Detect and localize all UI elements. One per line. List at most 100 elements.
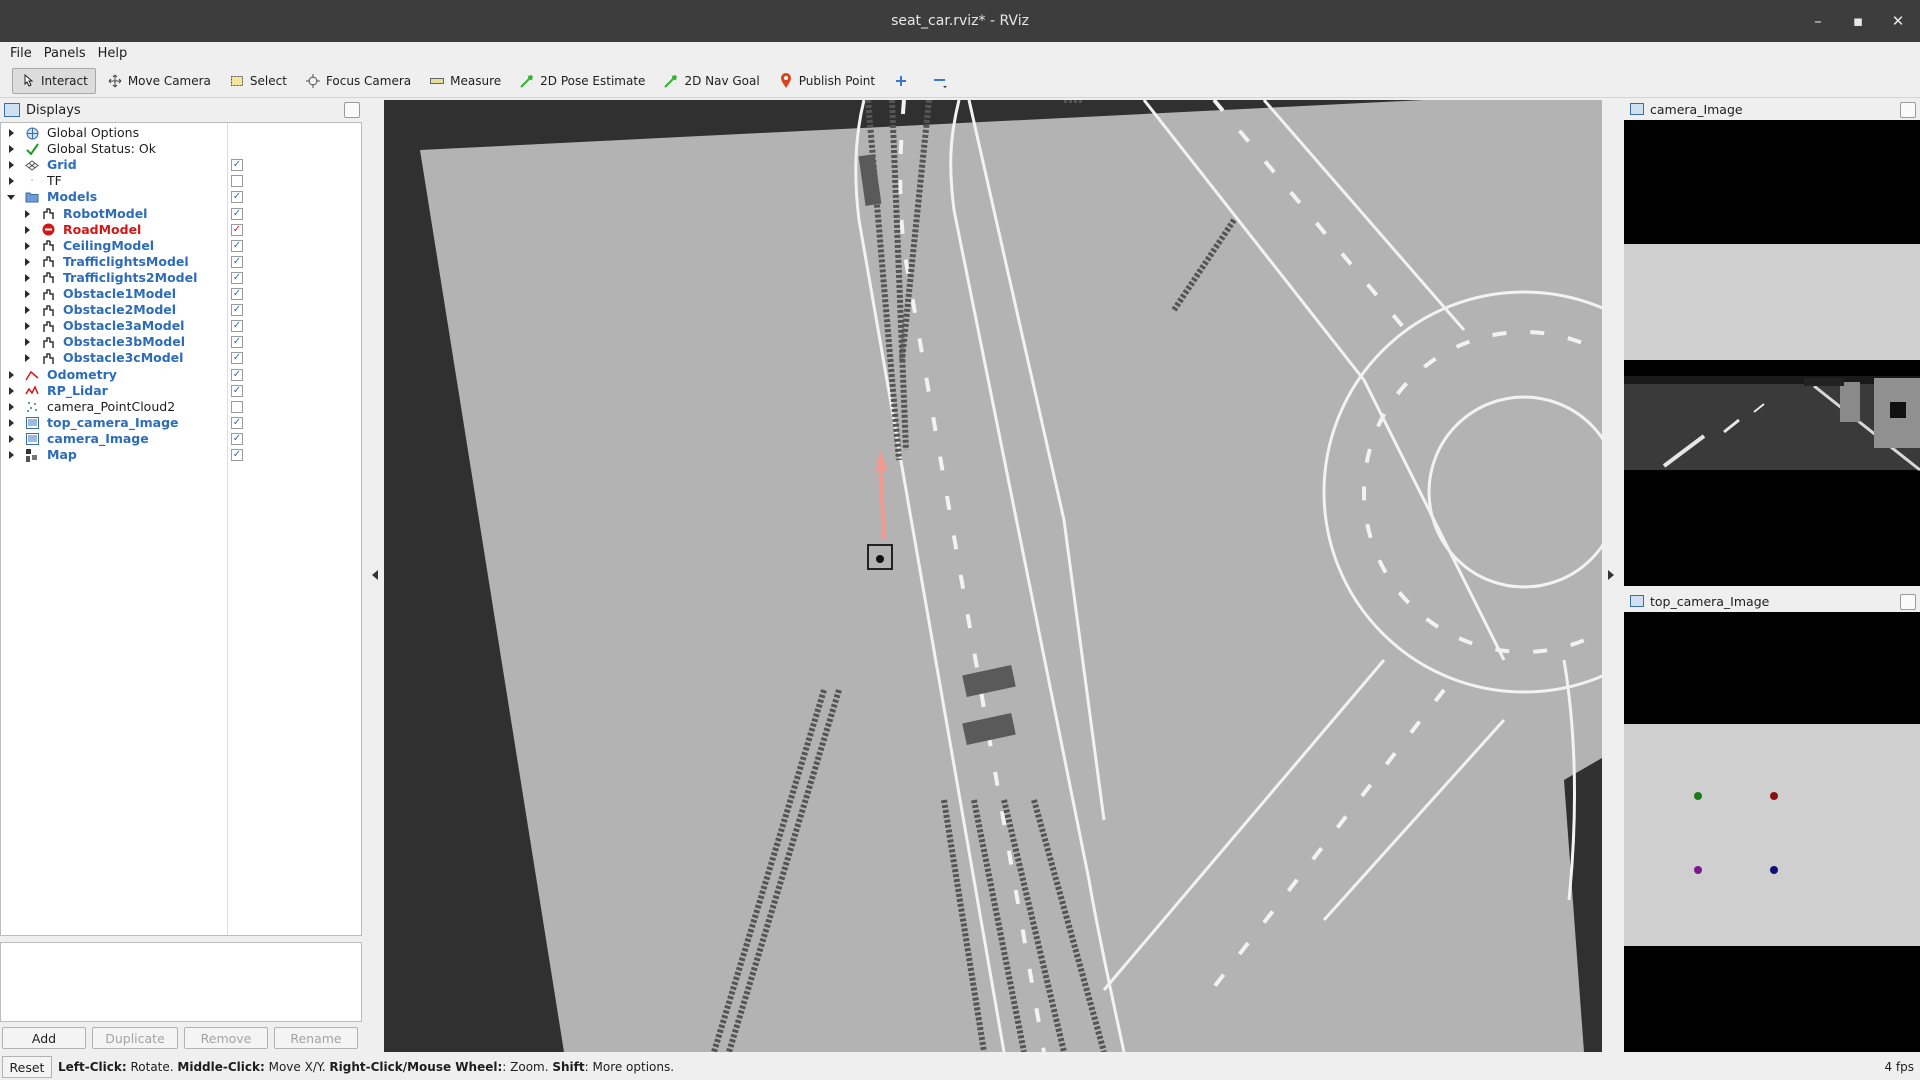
robot-model-icon bbox=[41, 287, 55, 301]
grid-icon bbox=[25, 158, 39, 172]
display-enable-checkbox[interactable]: ✓ bbox=[231, 223, 243, 236]
close-icon[interactable]: ✕ bbox=[1878, 0, 1918, 42]
display-item-camera-image[interactable]: camera_Image ✓ bbox=[1, 431, 361, 447]
expand-arrow-right-icon[interactable] bbox=[25, 241, 30, 250]
remove-tool-button[interactable] bbox=[925, 68, 960, 94]
pose-estimate-tool-button[interactable]: 2D Pose Estimate bbox=[512, 68, 652, 94]
display-enable-checkbox[interactable]: ✓ bbox=[231, 449, 243, 461]
focus-camera-tool-button[interactable]: Focus Camera bbox=[298, 68, 418, 94]
display-enable-checkbox[interactable]: ✓ bbox=[231, 384, 243, 397]
display-item-label: RobotModel bbox=[63, 205, 148, 221]
display-enable-checkbox[interactable]: ✓ bbox=[231, 159, 243, 172]
nav-goal-tool-button[interactable]: 2D Nav Goal bbox=[656, 68, 766, 94]
interact-tool-button[interactable]: Interact bbox=[12, 67, 96, 94]
hint-shift: Shift bbox=[552, 1060, 585, 1074]
expand-arrow-right-icon[interactable] bbox=[9, 418, 14, 427]
display-item-grid[interactable]: Grid ✓ bbox=[1, 157, 361, 173]
display-item-tf[interactable]: · TF bbox=[1, 173, 361, 189]
display-enable-checkbox[interactable]: ✓ bbox=[231, 271, 243, 284]
collapse-right-handle[interactable] bbox=[1608, 570, 1614, 580]
display-item-top-camera-image[interactable]: top_camera_Image ✓ bbox=[1, 415, 361, 431]
reset-button[interactable]: Reset bbox=[2, 1056, 52, 1078]
display-item-map[interactable]: Map ✓ bbox=[1, 447, 361, 463]
menu-file[interactable]: File bbox=[4, 46, 38, 61]
display-item-obstacle3c-model[interactable]: Obstacle3cModel ✓ bbox=[1, 350, 361, 366]
expand-arrow-right-icon[interactable] bbox=[9, 145, 14, 154]
marker-green bbox=[1694, 792, 1702, 800]
display-item-rp-lidar[interactable]: RP_Lidar ✓ bbox=[1, 383, 361, 399]
robot-model-icon bbox=[41, 239, 55, 253]
camera-undock-button[interactable] bbox=[1900, 102, 1916, 118]
top-camera-undock-button[interactable] bbox=[1900, 594, 1916, 610]
display-item-global-status[interactable]: Global Status: Ok bbox=[1, 141, 361, 157]
display-enable-checkbox[interactable]: ✓ bbox=[231, 239, 243, 252]
rename-button[interactable]: Rename bbox=[274, 1027, 358, 1049]
laser-scan-icon bbox=[25, 384, 39, 398]
move-camera-tool-button[interactable]: Move Camera bbox=[100, 68, 218, 94]
render-3d-view[interactable] bbox=[384, 100, 1602, 1052]
display-item-ceiling-model[interactable]: CeilingModel ✓ bbox=[1, 238, 361, 254]
display-item-obstacle2-model[interactable]: Obstacle2Model ✓ bbox=[1, 302, 361, 318]
expand-arrow-right-icon[interactable] bbox=[9, 370, 14, 379]
display-enable-checkbox[interactable] bbox=[231, 400, 243, 413]
display-item-trafficlights-model[interactable]: TrafficlightsModel ✓ bbox=[1, 254, 361, 270]
add-tool-button[interactable] bbox=[886, 68, 921, 94]
expand-arrow-right-icon[interactable] bbox=[25, 322, 30, 331]
display-item-odometry[interactable]: Odometry ✓ bbox=[1, 367, 361, 383]
display-item-obstacle3b-model[interactable]: Obstacle3bModel ✓ bbox=[1, 334, 361, 350]
display-item-label: Global Status: Ok bbox=[47, 141, 156, 157]
hint-middle-click: Middle-Click: bbox=[177, 1060, 265, 1074]
expand-arrow-right-icon[interactable] bbox=[9, 402, 14, 411]
expand-arrow-right-icon[interactable] bbox=[25, 257, 30, 266]
display-enable-checkbox[interactable]: ✓ bbox=[231, 416, 243, 429]
minimize-icon[interactable]: – bbox=[1798, 0, 1838, 42]
display-enable-checkbox[interactable]: ✓ bbox=[231, 336, 243, 349]
display-item-trafficlights2-model[interactable]: Trafficlights2Model ✓ bbox=[1, 270, 361, 286]
undock-button[interactable] bbox=[344, 102, 360, 118]
display-enable-checkbox[interactable]: ✓ bbox=[231, 304, 243, 317]
top-camera-image-header: top_camera_Image bbox=[1624, 590, 1920, 612]
expand-arrow-right-icon[interactable] bbox=[25, 290, 30, 298]
display-item-label: Obstacle1Model bbox=[63, 286, 177, 301]
add-button[interactable]: Add bbox=[2, 1027, 86, 1049]
expand-arrow-right-icon[interactable] bbox=[25, 225, 30, 234]
expand-arrow-right-icon[interactable] bbox=[9, 129, 14, 137]
expand-arrow-right-icon[interactable] bbox=[25, 354, 30, 363]
collapse-left-handle[interactable] bbox=[372, 570, 378, 580]
expand-arrow-right-icon[interactable] bbox=[9, 161, 14, 170]
remove-button[interactable]: Remove bbox=[184, 1027, 268, 1049]
expand-arrow-down-icon[interactable] bbox=[7, 195, 15, 201]
display-enable-checkbox[interactable]: ✓ bbox=[231, 255, 243, 268]
expand-arrow-right-icon[interactable] bbox=[25, 338, 30, 347]
display-item-obstacle3a-model[interactable]: Obstacle3aModel ✓ bbox=[1, 318, 361, 334]
expand-arrow-right-icon[interactable] bbox=[25, 306, 30, 315]
display-enable-checkbox[interactable]: ✓ bbox=[231, 432, 243, 445]
display-enable-checkbox[interactable]: ✓ bbox=[231, 320, 243, 333]
display-enable-checkbox[interactable]: ✓ bbox=[231, 207, 243, 220]
expand-arrow-right-icon[interactable] bbox=[9, 434, 14, 443]
display-item-obstacle1-model[interactable]: Obstacle1Model ✓ bbox=[1, 286, 361, 302]
display-item-global-options[interactable]: Global Options bbox=[1, 125, 361, 141]
expand-arrow-right-icon[interactable] bbox=[25, 273, 30, 282]
measure-tool-button[interactable]: Measure bbox=[422, 68, 508, 94]
expand-arrow-right-icon[interactable] bbox=[9, 451, 14, 459]
maximize-icon[interactable]: ▪ bbox=[1838, 0, 1878, 42]
display-item-robot-model[interactable]: RobotModel ✓ bbox=[1, 206, 361, 222]
display-item-road-model[interactable]: RoadModel ✓ bbox=[1, 222, 361, 238]
display-enable-checkbox[interactable]: ✓ bbox=[231, 352, 243, 365]
menu-panels[interactable]: Panels bbox=[38, 46, 92, 61]
expand-arrow-right-icon[interactable] bbox=[9, 177, 14, 186]
menu-help[interactable]: Help bbox=[92, 46, 134, 61]
expand-arrow-right-icon[interactable] bbox=[9, 386, 14, 395]
duplicate-button[interactable]: Duplicate bbox=[92, 1027, 178, 1049]
publish-point-tool-button[interactable]: Publish Point bbox=[771, 68, 882, 94]
display-enable-checkbox[interactable]: ✓ bbox=[231, 368, 243, 381]
display-item-label: Odometry bbox=[47, 366, 117, 382]
display-item-camera-pointcloud2[interactable]: camera_PointCloud2 bbox=[1, 399, 361, 415]
expand-arrow-right-icon[interactable] bbox=[25, 209, 30, 218]
display-enable-checkbox[interactable] bbox=[231, 175, 243, 188]
display-enable-checkbox[interactable]: ✓ bbox=[231, 288, 243, 300]
display-enable-checkbox[interactable]: ✓ bbox=[231, 191, 243, 204]
display-item-models[interactable]: Models ✓ bbox=[1, 189, 361, 205]
select-tool-button[interactable]: Select bbox=[222, 68, 294, 94]
